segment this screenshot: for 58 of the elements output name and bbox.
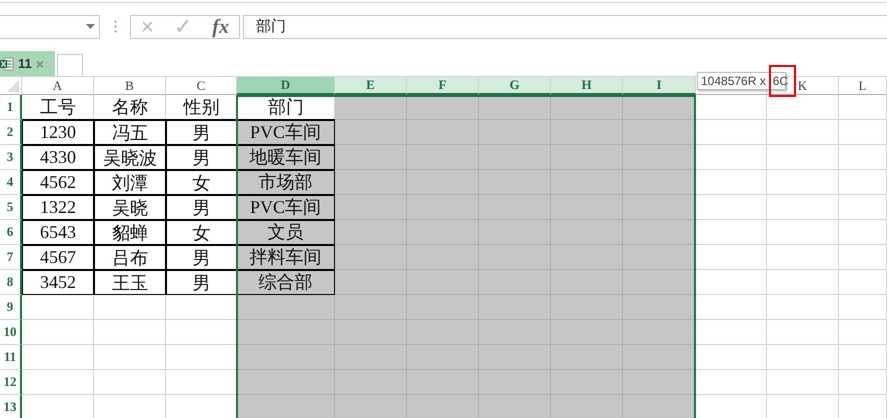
table-cell [335, 95, 407, 120]
table-cell: 男 [166, 145, 237, 170]
table-cell: 吴晓 [94, 195, 166, 220]
table-cell [335, 195, 407, 220]
table-cell: 工号 [22, 95, 94, 120]
table-cell: 1322 [22, 195, 94, 220]
table-cell: 男 [166, 245, 237, 270]
table-cell [479, 95, 551, 120]
table-cell: 4562 [22, 170, 94, 195]
table-cell: 市场部 [237, 170, 335, 195]
table-cell [551, 95, 623, 120]
formula-field[interactable]: 部门 [243, 14, 887, 38]
table-cell: 4330 [22, 145, 94, 170]
table-cell [407, 95, 479, 120]
column-header[interactable]: I [623, 77, 696, 95]
table-cell [335, 270, 407, 295]
column-header[interactable]: G [479, 77, 551, 95]
table-cell: 吕布 [94, 245, 166, 270]
column-header[interactable]: D [237, 77, 335, 95]
table-cell: 地暖车间 [237, 145, 335, 170]
column-header[interactable]: F [407, 77, 479, 95]
drag-handle-icon[interactable] [114, 20, 117, 33]
table-cell: 男 [166, 270, 237, 295]
tooltip-text: 1048576R x [701, 74, 766, 88]
highlighted-text: 6C [768, 65, 796, 97]
new-tab-button[interactable] [57, 54, 83, 76]
table-cell: 综合部 [237, 270, 335, 295]
workbook-tab[interactable]: 11 × [0, 51, 55, 76]
table-cell: 1230 [22, 120, 94, 145]
table-cell: 女 [166, 170, 237, 195]
table-cell: 拌料车间 [237, 245, 335, 270]
spreadsheet-icon [0, 56, 14, 70]
table-cell [335, 120, 407, 145]
column-header[interactable]: H [551, 77, 623, 95]
table-cell: 3452 [22, 270, 94, 295]
table-cell: PVC车间 [237, 195, 335, 220]
dropdown-caret-icon[interactable] [86, 24, 95, 29]
table-cell [335, 295, 407, 320]
table-cell [335, 245, 407, 270]
table-cell: 6543 [22, 220, 94, 245]
table-cell: PVC车间 [237, 120, 335, 145]
table-cell: 女 [166, 220, 237, 245]
table-cell: 貂蝉 [94, 220, 166, 245]
table-cell: 名称 [94, 95, 166, 120]
table-cell: 吴晓波 [94, 145, 166, 170]
table-cell: 4567 [22, 245, 94, 270]
table-cell [335, 220, 407, 245]
table-cell: 冯五 [94, 120, 166, 145]
table-cell: 男 [166, 195, 237, 220]
table-cell: 男 [166, 120, 237, 145]
table-cell [335, 170, 407, 195]
table-cell: 文员 [237, 220, 335, 245]
insert-function-button[interactable]: fx [212, 16, 229, 38]
table-cell: 性别 [166, 95, 237, 120]
column-header[interactable]: E [335, 77, 407, 95]
table-cell: 王玉 [94, 270, 166, 295]
table-cell [335, 145, 407, 170]
table-cell: 刘潭 [94, 170, 166, 195]
